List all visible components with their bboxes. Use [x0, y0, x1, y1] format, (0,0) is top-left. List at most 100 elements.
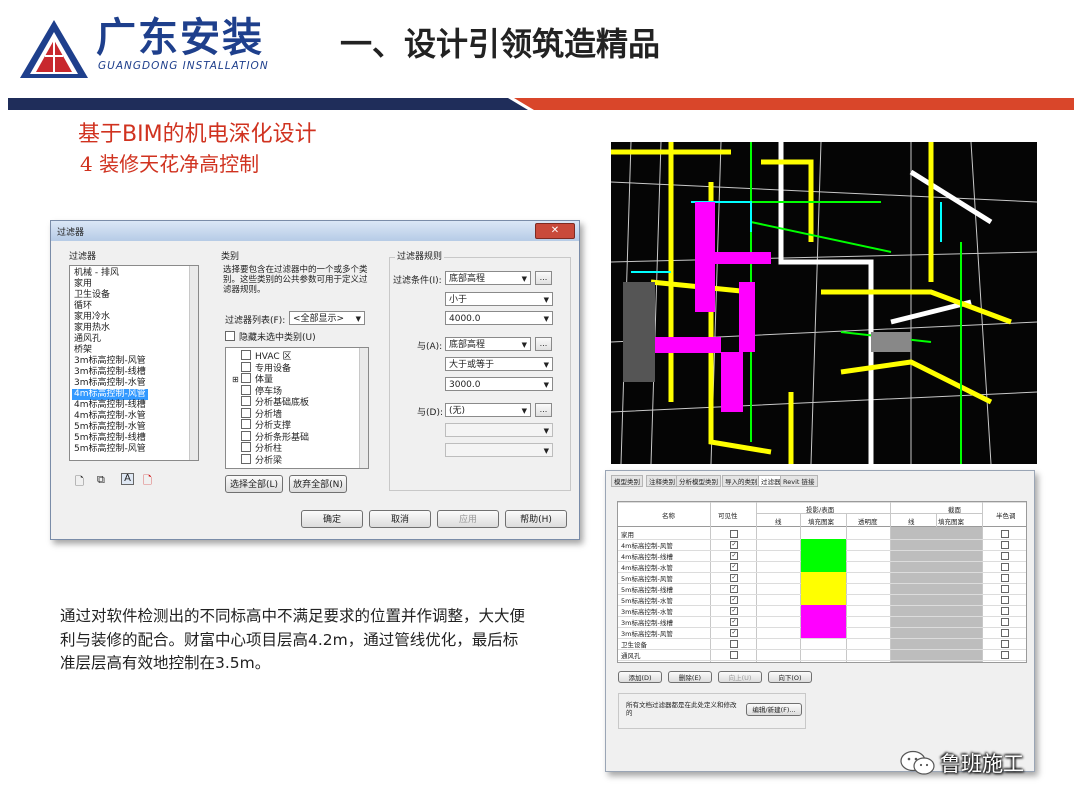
- tab-item[interactable]: 导入的类别: [722, 475, 761, 487]
- filter-list-item[interactable]: 3m标高控制-风管: [74, 356, 146, 367]
- halftone-checkbox[interactable]: [1001, 530, 1009, 538]
- filter-list-item[interactable]: 3m标高控制-水管: [74, 378, 146, 389]
- halftone-checkbox[interactable]: [1001, 607, 1009, 615]
- category-checkbox[interactable]: [241, 361, 251, 372]
- fill-pattern-swatch[interactable]: [801, 627, 846, 638]
- halftone-checkbox[interactable]: [1001, 563, 1009, 571]
- filter-list-item[interactable]: 家用热水: [74, 323, 110, 334]
- rule2-operator-select[interactable]: 大于或等于 ▼: [445, 357, 553, 371]
- filter-list-item[interactable]: 通风孔: [74, 334, 101, 345]
- filter-list-item[interactable]: 家用: [74, 279, 92, 290]
- category-checkbox[interactable]: [241, 407, 251, 418]
- rule3-param-select[interactable]: (无) ▼: [445, 403, 531, 417]
- filters-list[interactable]: 机械 - 排风 家用 卫生设备 循环 家用冷水 家用热水 通风孔 桥架 3m标高控制-风管 3m标…: [69, 265, 199, 461]
- rename-icon[interactable]: A: [121, 473, 134, 485]
- rule1-param-select[interactable]: 底部高程 ▼: [445, 271, 531, 285]
- fill-pattern-swatch[interactable]: [801, 594, 846, 605]
- rule3-ellipsis-button[interactable]: ...: [535, 403, 552, 417]
- rule2-param-select[interactable]: 底部高程 ▼: [445, 337, 531, 351]
- filter-list-item[interactable]: 4m标高控制-水管: [74, 411, 146, 422]
- discard-all-button[interactable]: 放弃全部(N): [289, 475, 347, 493]
- visibility-checkbox[interactable]: ✓: [730, 541, 738, 549]
- help-button[interactable]: 帮助(H): [505, 510, 567, 528]
- halftone-checkbox[interactable]: [1001, 585, 1009, 593]
- halftone-checkbox[interactable]: [1001, 552, 1009, 560]
- filter-list-item[interactable]: 卫生设备: [74, 290, 110, 301]
- filter-list-item[interactable]: 循环: [74, 301, 92, 312]
- category-checkbox[interactable]: [241, 430, 251, 441]
- visibility-checkbox[interactable]: [730, 651, 738, 659]
- halftone-checkbox[interactable]: [1001, 541, 1009, 549]
- visibility-checkbox[interactable]: ✓: [730, 552, 738, 560]
- fill-pattern-swatch[interactable]: [801, 561, 846, 572]
- visibility-checkbox[interactable]: [730, 640, 738, 648]
- filter-list-item[interactable]: 3m标高控制-线槽: [74, 367, 146, 378]
- category-list[interactable]: HVAC 区专用设备 ⊞ 体量 停车场 分析基础底板 分析墙 分析支撑 分析条形基础 分析柱 分析…: [225, 347, 369, 469]
- visibility-checkbox[interactable]: ✓: [730, 607, 738, 615]
- halftone-checkbox[interactable]: [1001, 629, 1009, 637]
- tab-item[interactable]: 注释类别: [646, 475, 678, 487]
- halftone-checkbox[interactable]: [1001, 596, 1009, 604]
- filter-list-item[interactable]: 家用冷水: [74, 312, 110, 323]
- fill-pattern-swatch[interactable]: [801, 572, 846, 583]
- tab-item[interactable]: Revit 链接: [780, 475, 818, 487]
- fill-pattern-swatch[interactable]: [801, 605, 846, 616]
- cancel-button[interactable]: 取消: [369, 510, 431, 528]
- delete-filter-button[interactable]: 删除(E): [668, 671, 712, 683]
- rule2-ellipsis-button[interactable]: ...: [535, 337, 552, 351]
- visibility-checkbox[interactable]: ✓: [730, 585, 738, 593]
- halftone-checkbox[interactable]: [1001, 618, 1009, 626]
- visibility-checkbox[interactable]: [730, 530, 738, 538]
- hide-unchecked-checkbox[interactable]: 隐藏未选中类别(U): [225, 330, 316, 343]
- tab-item[interactable]: 模型类别: [611, 475, 643, 487]
- category-scrollbar[interactable]: [359, 348, 368, 468]
- ok-button[interactable]: 确定: [301, 510, 363, 528]
- tab-item[interactable]: 分析模型类别: [676, 475, 721, 487]
- fill-pattern-swatch[interactable]: [801, 583, 846, 594]
- filter-list-select[interactable]: <全部显示> ▼: [289, 311, 365, 325]
- select-all-button[interactable]: 选择全部(L): [225, 475, 283, 493]
- category-checkbox[interactable]: [241, 373, 251, 383]
- filter-list-item[interactable]: 5m标高控制-线槽: [74, 433, 146, 444]
- category-item[interactable]: 分析梁: [232, 453, 282, 467]
- rule1-ellipsis-button[interactable]: ...: [535, 271, 552, 285]
- halftone-checkbox[interactable]: [1001, 574, 1009, 582]
- category-checkbox[interactable]: [241, 419, 251, 429]
- filter-list-item[interactable]: 5m标高控制-水管: [74, 422, 146, 433]
- category-checkbox[interactable]: [241, 453, 251, 464]
- filters-scrollbar[interactable]: [189, 266, 198, 460]
- rule3-operator-select[interactable]: ▼: [445, 423, 553, 437]
- fill-pattern-swatch[interactable]: [801, 550, 846, 561]
- category-checkbox[interactable]: [241, 396, 251, 406]
- visibility-checkbox[interactable]: ✓: [730, 618, 738, 626]
- delete-icon[interactable]: 🗋: [143, 472, 152, 491]
- apply-button[interactable]: 应用: [437, 510, 499, 528]
- move-up-button[interactable]: 向上(U): [718, 671, 762, 683]
- category-checkbox[interactable]: [241, 442, 251, 452]
- category-checkbox[interactable]: [241, 384, 251, 395]
- fill-pattern-swatch[interactable]: [801, 616, 846, 627]
- filter-list-item[interactable]: 桥架: [74, 345, 92, 356]
- edit-new-button[interactable]: 编辑/新建(F)...: [746, 703, 802, 716]
- rule1-operator-select[interactable]: 小于 ▼: [445, 292, 553, 306]
- rule2-value-input[interactable]: 3000.0 ▼: [445, 377, 553, 391]
- visibility-checkbox[interactable]: ✓: [730, 563, 738, 571]
- halftone-checkbox[interactable]: [1001, 651, 1009, 659]
- duplicate-icon[interactable]: ⧉: [97, 473, 105, 487]
- new-icon[interactable]: 🗋: [75, 473, 84, 492]
- rule1-value-input[interactable]: 4000.0 ▼: [445, 311, 553, 325]
- close-icon[interactable]: ✕: [535, 223, 575, 239]
- filter-list-item[interactable]: 4m标高控制-线槽: [74, 400, 146, 411]
- visibility-checkbox[interactable]: ✓: [730, 629, 738, 637]
- halftone-checkbox[interactable]: [1001, 640, 1009, 648]
- fill-pattern-swatch[interactable]: [801, 539, 846, 550]
- add-filter-button[interactable]: 添加(D): [618, 671, 662, 683]
- visibility-checkbox[interactable]: ✓: [730, 596, 738, 604]
- move-down-button[interactable]: 向下(O): [768, 671, 812, 683]
- filter-list-item[interactable]: 5m标高控制-风管: [74, 444, 146, 455]
- rule3-value-input[interactable]: ▼: [445, 443, 553, 457]
- category-checkbox[interactable]: [241, 350, 251, 360]
- filter-list-item[interactable]: 机械 - 排风: [74, 268, 119, 279]
- filter-list-item[interactable]: 4m标高控制-风管: [72, 389, 148, 400]
- visibility-checkbox[interactable]: ✓: [730, 574, 738, 582]
